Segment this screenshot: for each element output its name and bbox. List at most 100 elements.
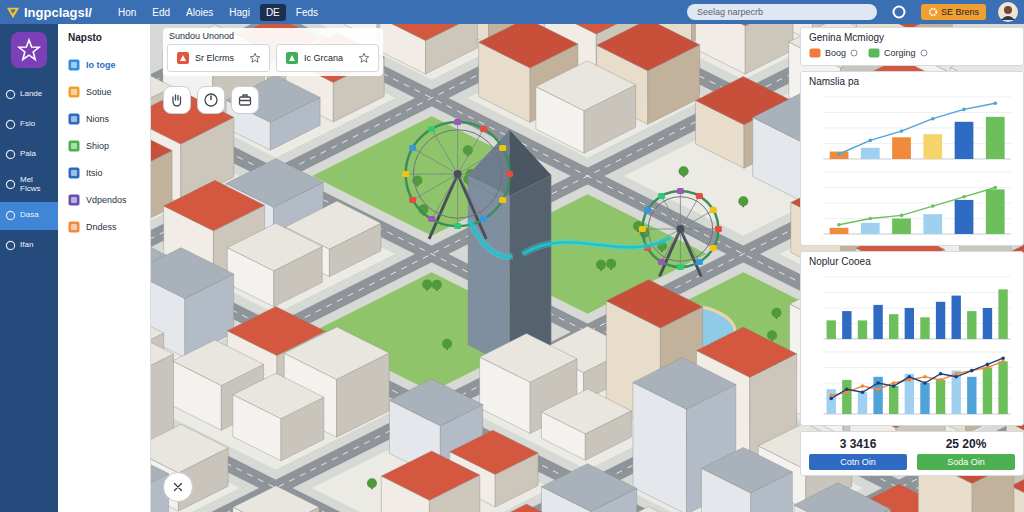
chart-point[interactable] (939, 372, 943, 376)
chip[interactable]: Boog (809, 46, 858, 60)
nav-item[interactable]: Io toge (58, 51, 150, 78)
chart-point[interactable] (986, 366, 990, 370)
nav-item[interactable]: Dndess (58, 213, 150, 240)
chart-bar[interactable] (920, 383, 929, 414)
chart-point[interactable] (892, 384, 896, 388)
chart-bar[interactable] (967, 311, 976, 339)
chart-bar[interactable] (920, 317, 929, 339)
chart-bar[interactable] (889, 386, 898, 414)
chart-point[interactable] (861, 391, 865, 395)
close-button[interactable] (163, 472, 193, 502)
chart-point[interactable] (986, 363, 990, 367)
star-icon[interactable] (358, 52, 370, 64)
menu-item[interactable]: Hon (112, 4, 142, 21)
chart-bar[interactable] (955, 122, 974, 159)
chart-bar[interactable] (830, 228, 849, 234)
status-ring-icon[interactable] (891, 4, 907, 20)
map-card[interactable]: Ic Grcana (276, 44, 379, 72)
nav-item[interactable]: Shiop (58, 132, 150, 159)
chart-bar[interactable] (952, 296, 961, 339)
chart-point[interactable] (1001, 356, 1005, 360)
chart-point[interactable] (931, 117, 935, 121)
star-icon[interactable] (249, 52, 261, 64)
chart-bar[interactable] (998, 361, 1007, 414)
account-button[interactable]: SE Brens (921, 4, 986, 20)
chart-point[interactable] (954, 375, 958, 379)
chart-bar[interactable] (858, 392, 867, 414)
chart-point[interactable] (829, 394, 833, 398)
search-field[interactable] (687, 4, 877, 20)
building[interactable] (794, 483, 890, 512)
stat-button[interactable]: Cotn Oin (809, 454, 907, 470)
chart-point[interactable] (962, 195, 966, 199)
menu-item[interactable]: DE (260, 4, 286, 21)
nav-item[interactable]: Sotiue (58, 78, 150, 105)
chart-bar[interactable] (998, 289, 1007, 339)
chart-bar[interactable] (858, 320, 867, 339)
building[interactable] (598, 507, 694, 512)
rail-item[interactable]: Fsio (0, 110, 58, 138)
building[interactable] (541, 464, 636, 512)
chart-point[interactable] (962, 108, 966, 112)
chart-bar[interactable] (936, 380, 945, 414)
chart-point[interactable] (970, 369, 974, 373)
chart-point[interactable] (970, 369, 974, 373)
chart-point[interactable] (900, 129, 904, 133)
rail-item[interactable]: Pala (0, 140, 58, 168)
rail-item[interactable]: Lande (0, 80, 58, 108)
building[interactable] (380, 24, 478, 74)
chart-bar[interactable] (905, 308, 914, 339)
building[interactable] (227, 223, 322, 306)
nav-item[interactable]: Nions (58, 105, 150, 132)
chart-bar[interactable] (842, 380, 851, 414)
chart-point[interactable] (876, 387, 880, 391)
building[interactable] (226, 75, 320, 150)
chart-bar[interactable] (830, 152, 849, 159)
chart-point[interactable] (923, 381, 927, 385)
chart-point[interactable] (829, 397, 833, 401)
chart-bar[interactable] (923, 134, 942, 159)
ferris-wheel[interactable] (639, 188, 722, 277)
chart-point[interactable] (861, 384, 865, 388)
stat-button[interactable]: Soda Oin (917, 454, 1015, 470)
menu-item[interactable]: Hagi (223, 4, 256, 21)
building[interactable] (536, 61, 636, 153)
chart-point[interactable] (868, 139, 872, 143)
chart-point[interactable] (954, 372, 958, 376)
chip[interactable]: Corging (868, 46, 928, 60)
brand[interactable]: Ingpclagsl/ (6, 5, 92, 20)
building[interactable] (701, 447, 792, 512)
menu-item[interactable]: Edd (146, 4, 176, 21)
chart-point[interactable] (868, 217, 872, 221)
chart-bar[interactable] (986, 189, 1005, 234)
avatar-icon[interactable] (998, 2, 1018, 22)
chart-bar[interactable] (861, 148, 880, 159)
building[interactable] (233, 486, 319, 512)
chart-point[interactable] (993, 186, 997, 190)
rail-logo[interactable] (11, 32, 47, 68)
chart-bar[interactable] (892, 219, 911, 235)
chart-point[interactable] (892, 381, 896, 385)
chart-bar[interactable] (955, 200, 974, 234)
chart-point[interactable] (845, 387, 849, 391)
chart-point[interactable] (931, 204, 935, 208)
building[interactable] (485, 504, 573, 512)
map-card[interactable]: Sr Elcrms (167, 44, 270, 72)
chart-bar[interactable] (827, 389, 836, 414)
nav-item[interactable]: Vdpendos (58, 186, 150, 213)
chart-bar[interactable] (842, 311, 851, 339)
chart-bar[interactable] (827, 320, 836, 339)
building[interactable] (233, 373, 324, 461)
chart-bar[interactable] (873, 377, 882, 414)
chart-point[interactable] (876, 381, 880, 385)
chart-bar[interactable] (889, 314, 898, 339)
chart-bar[interactable] (873, 305, 882, 339)
chart-bar[interactable] (967, 377, 976, 414)
chart-bar[interactable] (952, 371, 961, 414)
chart-point[interactable] (939, 378, 943, 382)
tool-button[interactable] (231, 86, 259, 114)
chart-bar[interactable] (892, 137, 911, 159)
building[interactable] (695, 24, 793, 74)
nav-item[interactable]: Itsio (58, 159, 150, 186)
ferris-wheel[interactable] (402, 119, 513, 239)
